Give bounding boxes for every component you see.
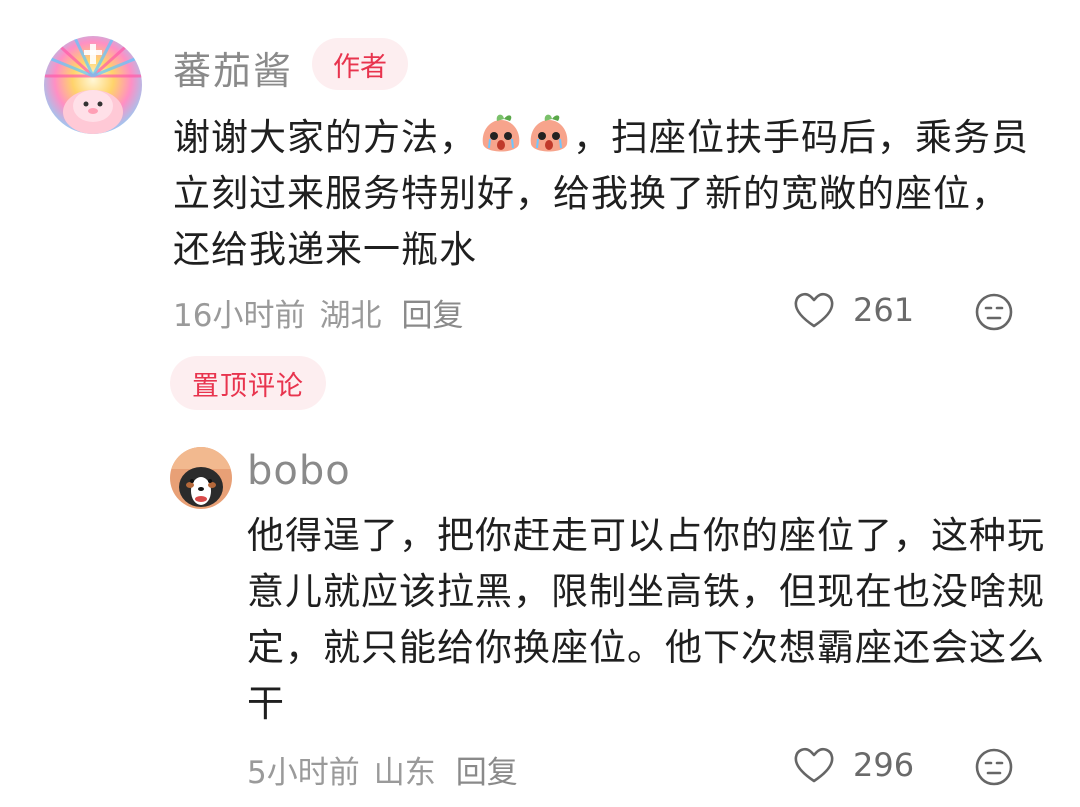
reply-text: 他得逞了，把你赶走可以占你的座位了，这种玩意儿就应该拉黑，限制坐高铁，但现在也没… (247, 514, 1045, 725)
heart-outline-icon (794, 292, 834, 328)
author-name[interactable]: 蕃茄酱 (173, 40, 293, 95)
comment-text-part1: 谢谢大家的方法， (173, 116, 477, 159)
reply-author-name[interactable]: bobo (247, 448, 351, 494)
frown-face-icon (975, 293, 1013, 331)
comment-time: 16小时前 (173, 298, 306, 334)
reply-like-count: 296 (853, 746, 915, 784)
comment-text: 谢谢大家的方法， ，扫座位扶手码后，乘务员立刻过来服务特别好，给我换了新的宽敞的… (173, 110, 1043, 278)
reply-reply-button[interactable]: 回复 (456, 747, 518, 792)
like-count: 261 (853, 291, 915, 329)
heart-outline-icon (794, 747, 834, 783)
reply-location: 山东 (373, 755, 436, 791)
comment-location: 湖北 (319, 298, 382, 334)
reply-dislike-button[interactable] (974, 747, 1014, 787)
crying-peach-sticker-icon (525, 112, 573, 158)
author-avatar[interactable] (44, 36, 142, 134)
crying-peach-sticker-icon (477, 112, 525, 158)
frown-face-icon (975, 748, 1013, 786)
reply-author-avatar[interactable] (170, 447, 232, 509)
reply-like-button[interactable]: 296 (793, 745, 914, 785)
dislike-button[interactable] (974, 292, 1014, 332)
reply-time: 5小时前 (247, 755, 360, 791)
comment-meta: 16小时前 湖北 回复 (173, 290, 463, 335)
reply-meta: 5小时前 山东 回复 (247, 747, 518, 792)
like-button[interactable]: 261 (793, 290, 914, 330)
reply-button[interactable]: 回复 (401, 290, 463, 335)
author-badge: 作者 (312, 38, 408, 90)
pinned-comment-badge: 置顶评论 (170, 356, 326, 410)
